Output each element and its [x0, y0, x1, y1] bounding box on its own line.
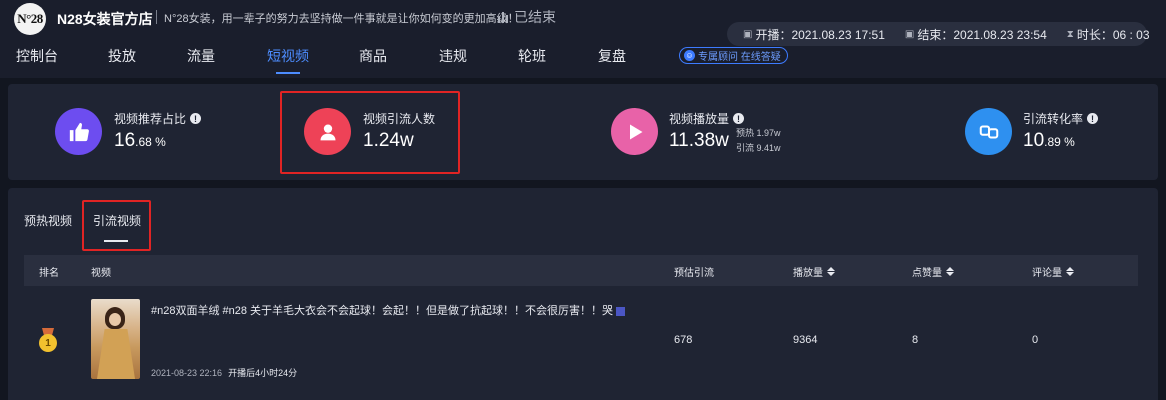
stat-recommend-ratio: 视频推荐占比! 16.68 % — [8, 84, 268, 180]
cell-plays: 9364 — [793, 334, 818, 346]
sort-icon[interactable] — [827, 267, 835, 276]
tab-preheat-video[interactable]: 预热视频 — [24, 212, 72, 229]
stat-value-main: 10 — [1023, 130, 1045, 151]
col-comments[interactable]: 评论量 — [1032, 264, 1074, 279]
advisor-button[interactable]: ☺ 专属顾问 在线答疑 — [679, 47, 788, 64]
nav-item-review[interactable]: 复盘 — [598, 46, 626, 66]
info-icon[interactable]: ! — [190, 113, 202, 124]
stat-label-text: 视频播放量 — [669, 112, 730, 126]
shop-slogan: N°28女装，用一辈子的努力去坚持做一件事就是让你如何变的更加高级！ — [164, 13, 519, 25]
col-likes[interactable]: 点赞量 — [912, 264, 954, 279]
start-time: ▣ 开播：2021.08.23 17:51 — [743, 26, 885, 43]
sort-icon[interactable] — [946, 267, 954, 276]
stat-label-text: 引流转化率 — [1023, 112, 1084, 126]
sort-icon[interactable] — [1066, 267, 1074, 276]
col-comments-label: 评论量 — [1032, 268, 1062, 279]
stat-value-decimal: .89 % — [1044, 135, 1075, 149]
nav-item-shifts[interactable]: 轮班 — [518, 46, 546, 66]
stat-value: 10.89 % — [1023, 130, 1075, 152]
highlight-frame — [82, 200, 151, 251]
stat-value-main: 16 — [114, 130, 136, 151]
video-date: 2021-08-23 22:16 — [151, 368, 223, 378]
live-time-info: ▣ 开播：2021.08.23 17:51 ▣ 结束：2021.08.23 23:5… — [727, 22, 1150, 46]
stat-label-text: 视频推荐占比 — [114, 112, 187, 126]
nav-item-short-video[interactable]: 短视频 — [267, 46, 309, 66]
cell-est-traffic: 678 — [674, 334, 693, 346]
hourglass-icon: ⧗ — [1066, 28, 1074, 40]
end-time: ▣ 结束：2021.08.23 23:54 — [905, 26, 1047, 43]
nav-item-violations[interactable]: 违规 — [439, 46, 467, 66]
nav-active-indicator — [276, 72, 300, 74]
stat-value: 16.68 % — [114, 130, 166, 152]
stat-value: 11.38w — [669, 130, 729, 152]
end-time-text: 结束：2021.08.23 23:54 — [917, 27, 1047, 42]
highlight-frame — [280, 91, 460, 174]
chat-icon: ☺ — [684, 50, 695, 61]
stat-value-decimal: .68 % — [135, 135, 166, 149]
rank-medal-icon: 1 — [38, 328, 58, 354]
calendar-icon: ▣ — [904, 28, 915, 40]
stats-panel: 视频推荐占比! 16.68 % 视频引流人数 1.24w 视频播放量! 11.3… — [8, 84, 1158, 180]
stat-value-main: 11.38w — [669, 130, 729, 151]
col-est-traffic: 预估引流 — [674, 264, 714, 279]
col-rank-label: 排名 — [39, 268, 59, 279]
tag-icon — [616, 306, 626, 316]
stat-label: 引流转化率! — [1023, 110, 1099, 127]
video-title-text[interactable]: #n28双面羊绒 #n28 关于羊毛大衣会不会起球！会起！！但是做了抗起球！！不… — [151, 305, 613, 317]
nav-item-console[interactable]: 控制台 — [16, 46, 58, 66]
duration: ⧗ 时长：06 : 03 — [1067, 26, 1150, 43]
shop-name: N28女装官方店 — [57, 11, 153, 27]
play-breakdown: 预热 1.97w 引流 9.41w — [736, 126, 781, 156]
info-icon[interactable]: ! — [733, 113, 745, 124]
preheat-plays: 预热 1.97w — [736, 128, 781, 138]
stat-conversion-rate: 引流转化率! 10.89 % — [908, 84, 1158, 180]
live-status-text: 已结束 — [514, 9, 556, 25]
cell-likes: 8 — [912, 334, 919, 346]
thumbs-up-icon — [55, 108, 102, 155]
start-time-text: 开播：2021.08.23 17:51 — [755, 27, 885, 42]
video-meta: 2021-08-23 22:16 开播后4小时24分 — [151, 366, 297, 379]
col-est-traffic-label: 预估引流 — [674, 268, 714, 279]
live-status: 已结束 — [498, 7, 556, 27]
video-after-start: 开播后4小时24分 — [228, 368, 298, 378]
col-plays-label: 播放量 — [793, 268, 823, 279]
col-video: 视频 — [91, 264, 111, 279]
nav-item-products[interactable]: 商品 — [359, 46, 387, 66]
play-icon — [611, 108, 658, 155]
info-icon[interactable]: ! — [1087, 113, 1099, 124]
col-video-label: 视频 — [91, 268, 111, 279]
video-title[interactable]: #n28双面羊绒 #n28 关于羊毛大衣会不会起球！会起！！但是做了抗起球！！不… — [151, 302, 626, 318]
col-plays[interactable]: 播放量 — [793, 264, 835, 279]
bar-chart-icon — [498, 11, 508, 23]
shop-logo: N°28 — [14, 3, 46, 35]
rank-number: 1 — [39, 334, 57, 352]
header-divider — [156, 10, 157, 24]
top-header: N°28 N28女装官方店 N°28女装，用一辈子的努力去坚持做一件事就是让你如… — [0, 0, 1166, 78]
cell-comments: 0 — [1032, 334, 1039, 346]
convert-icon — [965, 108, 1012, 155]
advisor-label: 专属顾问 在线答疑 — [698, 52, 781, 63]
calendar-icon: ▣ — [743, 28, 753, 40]
col-likes-label: 点赞量 — [912, 268, 942, 279]
duration-text: 时长：06 : 03 — [1076, 27, 1150, 42]
traffic-plays: 引流 9.41w — [736, 143, 781, 153]
nav-item-traffic[interactable]: 流量 — [187, 46, 215, 66]
col-rank: 排名 — [39, 264, 59, 279]
stat-label: 视频推荐占比! — [114, 110, 202, 127]
nav-item-ads[interactable]: 投放 — [108, 46, 136, 66]
table-header — [24, 255, 1138, 286]
stat-label: 视频播放量! — [669, 110, 745, 127]
video-thumbnail[interactable] — [91, 299, 140, 379]
stat-play-count: 视频播放量! 11.38w 预热 1.97w 引流 9.41w — [568, 84, 898, 180]
